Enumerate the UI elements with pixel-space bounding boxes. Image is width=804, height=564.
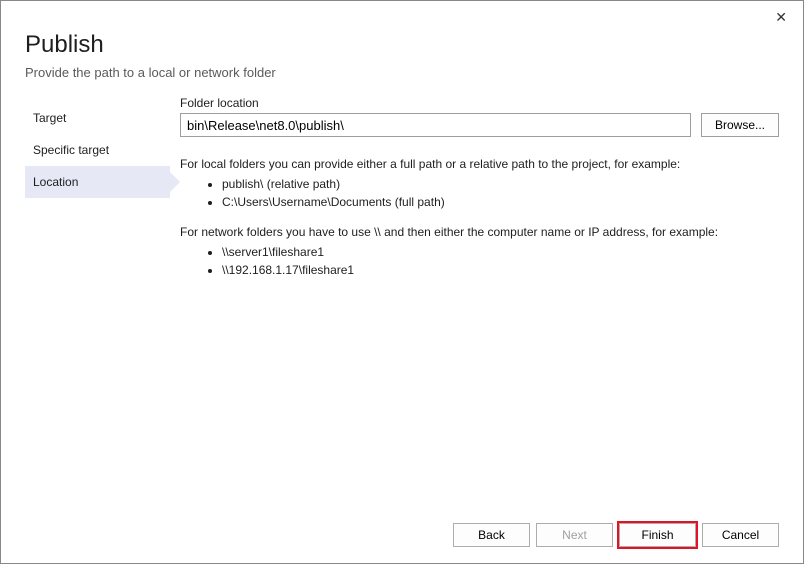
dialog-subtitle: Provide the path to a local or network f… xyxy=(25,65,779,80)
folder-location-input[interactable] xyxy=(180,113,691,137)
dialog-title: Publish xyxy=(25,31,779,59)
finish-button[interactable]: Finish xyxy=(619,523,696,547)
sidebar-item-location[interactable]: Location xyxy=(25,166,170,198)
help-network-intro: For network folders you have to use \\ a… xyxy=(180,223,779,241)
sidebar-item-label: Target xyxy=(33,111,66,125)
back-button[interactable]: Back xyxy=(453,523,530,547)
sidebar-item-specific-target[interactable]: Specific target xyxy=(25,134,170,166)
sidebar-item-target[interactable]: Target xyxy=(25,102,170,134)
dialog-header: Publish Provide the path to a local or n… xyxy=(1,1,803,96)
close-button[interactable]: ✕ xyxy=(769,7,793,28)
cancel-button[interactable]: Cancel xyxy=(702,523,779,547)
sidebar-item-label: Location xyxy=(33,175,78,189)
wizard-content: Folder location Browse... For local fold… xyxy=(170,96,779,291)
help-network-example: \\192.168.1.17\fileshare1 xyxy=(222,261,779,279)
help-network-example: \\server1\fileshare1 xyxy=(222,243,779,261)
help-local-example: C:\Users\Username\Documents (full path) xyxy=(222,193,779,211)
folder-location-label: Folder location xyxy=(180,96,779,110)
help-text: For local folders you can provide either… xyxy=(180,155,779,279)
wizard-sidebar: Target Specific target Location xyxy=(25,96,170,291)
close-icon: ✕ xyxy=(775,9,787,25)
sidebar-item-label: Specific target xyxy=(33,143,109,157)
next-button: Next xyxy=(536,523,613,547)
browse-button[interactable]: Browse... xyxy=(701,113,779,137)
dialog-footer: Back Next Finish Cancel xyxy=(453,523,779,547)
help-local-example: publish\ (relative path) xyxy=(222,175,779,193)
help-local-intro: For local folders you can provide either… xyxy=(180,155,779,173)
